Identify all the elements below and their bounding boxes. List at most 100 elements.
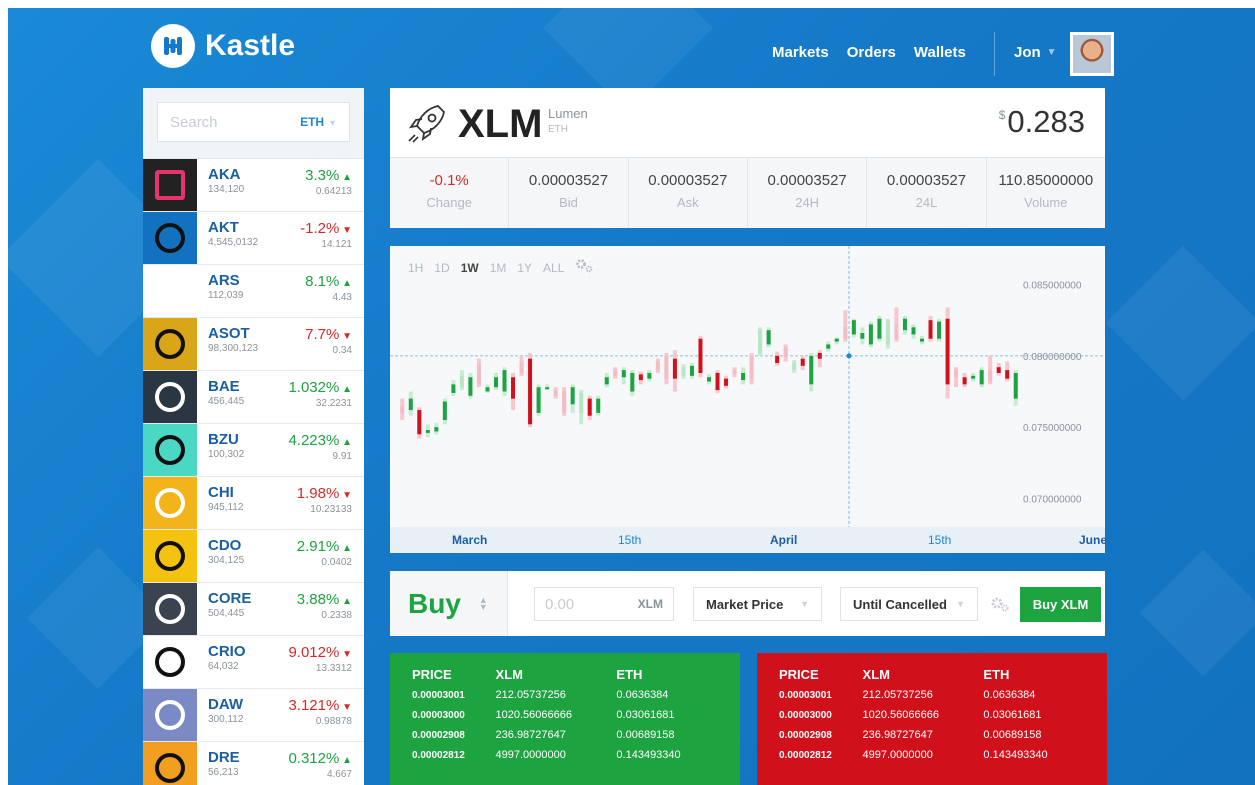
nav-wallets[interactable]: Wallets bbox=[914, 44, 966, 61]
candle-body bbox=[988, 370, 993, 382]
book-cell: 212.05737256 bbox=[495, 689, 566, 701]
nav-markets[interactable]: Markets bbox=[772, 44, 829, 61]
order-book-row[interactable]: 0.00003000 1020.56066666 0.03061681 bbox=[412, 706, 718, 726]
coin-symbol: DAW bbox=[208, 696, 243, 713]
kastle-logo-icon bbox=[151, 24, 195, 68]
coin-change-value: 2.91% bbox=[296, 538, 340, 555]
base-currency-select[interactable]: ETH ▼ bbox=[300, 115, 337, 129]
coin-symbol: CORE bbox=[208, 590, 252, 607]
stat-value: 0.00003527 bbox=[528, 172, 609, 189]
amount-placeholder: 0.00 bbox=[545, 595, 575, 613]
asset-title-bar: XLM Lumen ETH $0.283 bbox=[390, 88, 1105, 158]
submit-order-button[interactable]: Buy XLM bbox=[1020, 587, 1101, 622]
asset-header-card: XLM Lumen ETH $0.283 -0.1% Change 0.000035… bbox=[390, 88, 1105, 228]
coin-volume: 112,039 bbox=[208, 290, 244, 301]
coin-list-item[interactable]: DAW 300,112 3.121% ▼ 0.98878 bbox=[143, 689, 364, 742]
candle-body bbox=[902, 318, 907, 331]
coin-list-item[interactable]: AKA 134,120 3.3% ▲ 0.64213 bbox=[143, 159, 364, 212]
coin-list-item[interactable]: CRIO 64,032 9.012% ▼ 13.3312 bbox=[143, 636, 364, 689]
order-book-row[interactable]: 0.00002812 4997.0000000 0.143493340 bbox=[779, 746, 1085, 766]
candle-body bbox=[749, 355, 754, 379]
book-header-xlm: XLM bbox=[495, 667, 523, 682]
brand-logo[interactable]: Kastle bbox=[151, 24, 295, 68]
coin-list-item[interactable]: CHI 945,112 1.98% ▼ 10.23133 bbox=[143, 477, 364, 530]
book-cell: 0.0636384 bbox=[983, 689, 1036, 701]
asset-symbol: XLM bbox=[458, 102, 543, 146]
range-1d[interactable]: 1D bbox=[434, 261, 449, 275]
coin-symbol: ARS bbox=[208, 272, 240, 289]
coin-change-value: 1.032% bbox=[288, 379, 340, 396]
sell-order-book: PRICE XLM ETH 0.00003001 212.05737256 0.0636… bbox=[757, 653, 1107, 785]
candle-body bbox=[587, 398, 592, 416]
gear-icon[interactable] bbox=[990, 595, 1010, 618]
user-menu[interactable]: Jon ▼ bbox=[1014, 44, 1057, 61]
book-cell: 0.00689158 bbox=[983, 729, 1042, 741]
order-side-select[interactable]: Buy ▲ ▼ bbox=[390, 571, 508, 636]
coin-change: -1.2% ▼ bbox=[300, 220, 352, 237]
coin-list-item[interactable]: BZU 100,302 4.223% ▲ 9.91 bbox=[143, 424, 364, 477]
coin-symbol: CHI bbox=[208, 484, 234, 501]
asset-price-value: 0.283 bbox=[1007, 104, 1085, 139]
book-cell: 0.00003001 bbox=[779, 689, 832, 701]
book-cell: 4997.0000000 bbox=[495, 749, 566, 761]
coin-list-item[interactable]: DRE 56,213 0.312% ▲ 4.667 bbox=[143, 742, 364, 785]
book-cell: 0.00002812 bbox=[779, 749, 832, 761]
candle-body bbox=[442, 401, 447, 421]
x-tick-label: June bbox=[1079, 533, 1108, 547]
candle-body bbox=[681, 367, 686, 376]
coin-list-item[interactable]: CDO 304,125 2.91% ▲ 0.0402 bbox=[143, 530, 364, 583]
coin-list-item[interactable]: CORE 504,445 3.88% ▲ 0.2338 bbox=[143, 583, 364, 636]
range-all[interactable]: ALL bbox=[543, 261, 564, 275]
x-tick-label: March bbox=[452, 533, 488, 547]
book-cell: 0.00002812 bbox=[412, 749, 465, 761]
coin-list-item[interactable]: ASOT 98,300,123 7.7% ▼ 0.34 bbox=[143, 318, 364, 371]
chart-settings-icon[interactable] bbox=[575, 258, 595, 277]
coin-list-item[interactable]: ARS 112,039 8.1% ▲ 4.43 bbox=[143, 265, 364, 318]
candlestick-chart[interactable]: 0.085000000 0.080000000 0.075000000 0.07000… bbox=[390, 246, 1105, 527]
search-input[interactable] bbox=[170, 113, 280, 131]
order-book-row[interactable]: 0.00003001 212.05737256 0.0636384 bbox=[779, 686, 1085, 706]
coin-volume: 100,302 bbox=[208, 449, 245, 460]
coin-change: 3.88% ▲ bbox=[297, 591, 352, 608]
candle-body bbox=[707, 377, 711, 382]
order-book-row[interactable]: 0.00003000 1020.56066666 0.03061681 bbox=[779, 706, 1085, 726]
amount-input[interactable]: 0.00 XLM bbox=[534, 587, 674, 621]
candle-body bbox=[536, 387, 541, 413]
coin-list-item[interactable]: BAE 456,445 1.032% ▲ 32.2231 bbox=[143, 371, 364, 424]
order-book-row[interactable]: 0.00002908 236.98727647 0.00689158 bbox=[779, 726, 1085, 746]
nav-orders[interactable]: Orders bbox=[847, 44, 896, 61]
book-header-xlm: XLM bbox=[862, 667, 890, 682]
chevron-down-icon: ▼ bbox=[800, 599, 809, 609]
book-cell: 1020.56066666 bbox=[495, 709, 572, 721]
range-1w[interactable]: 1W bbox=[461, 261, 479, 275]
price-type-select[interactable]: Market Price ▼ bbox=[693, 587, 822, 621]
coin-list-item[interactable]: AKT 4,545,0132 -1.2% ▼ 14.121 bbox=[143, 212, 364, 265]
buy-book-header: PRICE XLM ETH bbox=[412, 667, 718, 686]
stat-value: 0.00003527 bbox=[648, 172, 728, 189]
candle-body bbox=[664, 355, 669, 379]
range-1h[interactable]: 1H bbox=[408, 261, 423, 275]
coin-change-value: 0.312% bbox=[288, 750, 340, 767]
avatar[interactable] bbox=[1070, 32, 1114, 76]
coin-crio-icon bbox=[143, 636, 197, 688]
duration-select[interactable]: Until Cancelled ▼ bbox=[840, 587, 978, 621]
coin-symbol: AKA bbox=[208, 166, 241, 183]
order-book-row[interactable]: 0.00003001 212.05737256 0.0636384 bbox=[412, 686, 718, 706]
range-1y[interactable]: 1Y bbox=[517, 261, 532, 275]
book-header-eth: ETH bbox=[616, 667, 643, 682]
coin-change: 4.223% ▲ bbox=[288, 432, 352, 449]
candle-body bbox=[834, 338, 839, 342]
range-1m[interactable]: 1M bbox=[490, 261, 507, 275]
order-book-row[interactable]: 0.00002908 236.98727647 0.00689158 bbox=[412, 726, 718, 746]
candle-body bbox=[962, 377, 967, 385]
coin-symbol: DRE bbox=[208, 749, 240, 766]
coin-change: 0.312% ▲ bbox=[288, 750, 352, 767]
candle-body bbox=[630, 372, 635, 392]
candle-body bbox=[894, 324, 899, 339]
candle-body bbox=[885, 320, 890, 345]
order-book-row[interactable]: 0.00002812 4997.0000000 0.143493340 bbox=[412, 746, 718, 766]
coin-price: 13.3312 bbox=[315, 663, 352, 674]
book-cell: 1020.56066666 bbox=[862, 709, 939, 721]
candle-body bbox=[570, 387, 575, 405]
candle-body bbox=[979, 370, 984, 385]
